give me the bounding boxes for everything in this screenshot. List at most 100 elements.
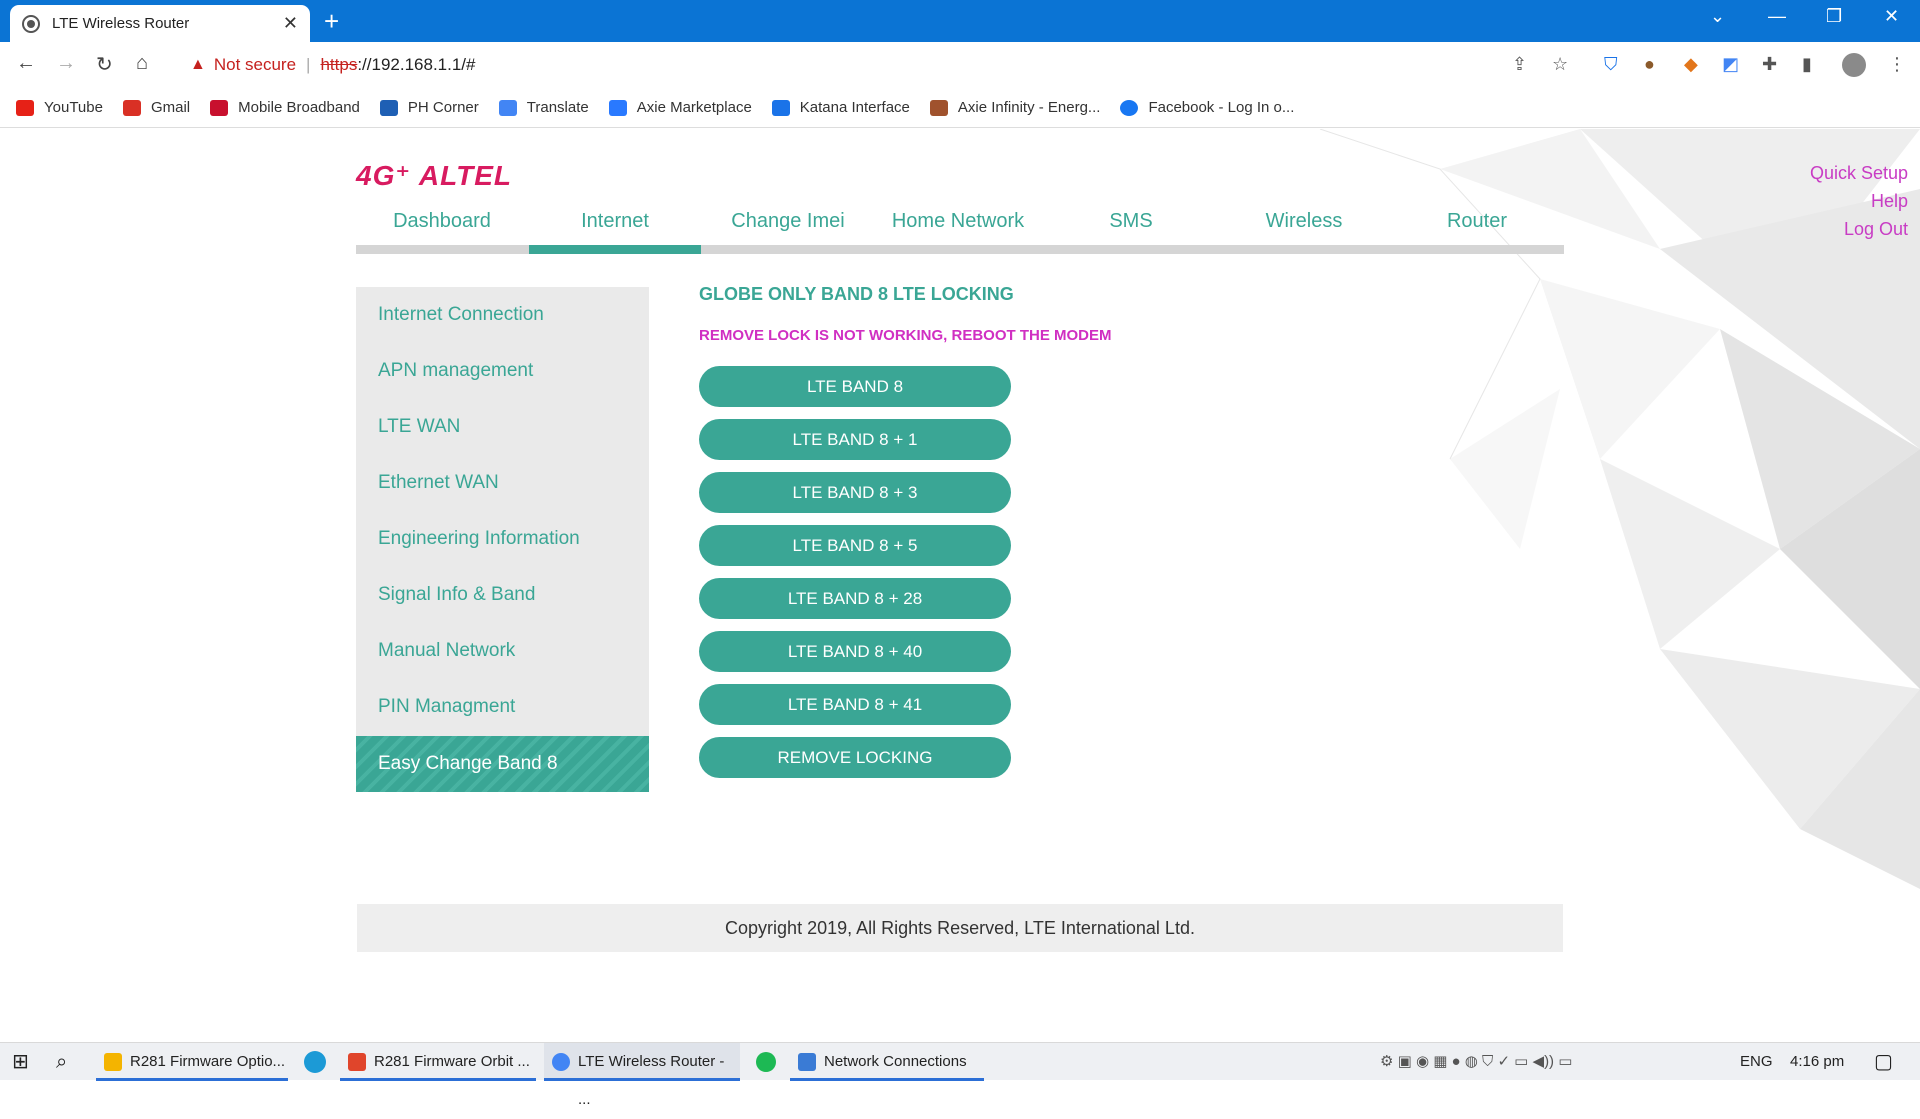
phcorner-icon <box>379 99 398 116</box>
taskbar-item-network-connections[interactable]: Network Connections <box>790 1043 984 1081</box>
metamask-extension-icon[interactable]: ◆ <box>1684 54 1698 75</box>
folder-icon <box>104 1053 122 1071</box>
language-indicator[interactable]: ENG <box>1740 1043 1773 1081</box>
bookmark-translate[interactable]: Translate <box>498 99 589 116</box>
sidebar-item-engineering-information[interactable]: Engineering Information <box>356 511 649 567</box>
nav-change-imei[interactable]: Change Imei <box>702 201 874 245</box>
help-link[interactable]: Help <box>1810 187 1908 215</box>
search-icon[interactable]: ⌕ <box>56 1043 67 1081</box>
bookmark-label: Axie Infinity - Energ... <box>957 99 1101 116</box>
lte-band-8-5-button[interactable]: LTE BAND 8 + 5 <box>699 525 1011 566</box>
share-icon[interactable]: ⇪ <box>1512 54 1527 75</box>
logout-link[interactable]: Log Out <box>1810 215 1908 243</box>
lte-band-8-button[interactable]: LTE BAND 8 <box>699 366 1011 407</box>
puzzle-icon[interactable]: ✚ <box>1762 54 1777 75</box>
sidebar-item-lte-wan[interactable]: LTE WAN <box>356 399 649 455</box>
address-bar[interactable]: ▲ Not secure | https ://192.168.1.1/# <box>176 47 1576 83</box>
tab-title: LTE Wireless Router <box>52 15 190 32</box>
shield-extension-icon[interactable]: ⛉ <box>1604 54 1618 75</box>
menu-dots-icon[interactable]: ⋮ <box>1888 54 1906 75</box>
lte-band-8-1-button[interactable]: LTE BAND 8 + 1 <box>699 419 1011 460</box>
back-icon[interactable]: ← <box>16 52 36 75</box>
url-text: ://192.168.1.1/# <box>357 55 476 74</box>
bookmark-label: Axie Marketplace <box>636 99 752 116</box>
band-button-list: LTE BAND 8 LTE BAND 8 + 1 LTE BAND 8 + 3… <box>699 366 1299 778</box>
nav-wireless[interactable]: Wireless <box>1218 201 1390 245</box>
cookie-extension-icon[interactable]: ● <box>1644 54 1655 75</box>
sidebar: Internet Connection APN management LTE W… <box>356 287 649 792</box>
sidebar-item-pin-management[interactable]: PIN Managment <box>356 679 649 735</box>
chevron-down-icon[interactable]: ⌄ <box>1710 6 1725 27</box>
copyright-footer: Copyright 2019, All Rights Reserved, LTE… <box>357 904 1563 952</box>
lte-band-8-28-button[interactable]: LTE BAND 8 + 28 <box>699 578 1011 619</box>
warning-icon: ▲ <box>190 56 206 73</box>
translate-icon <box>498 99 517 116</box>
translate-extension-icon[interactable]: ◩ <box>1722 54 1739 75</box>
huawei-icon <box>210 99 229 116</box>
gmail-icon <box>122 99 141 116</box>
taskbar-label: Network Connections <box>824 1053 967 1070</box>
sidebar-item-internet-connection[interactable]: Internet Connection <box>356 287 649 343</box>
bookmarks-bar: YouTube Gmail Mobile Broadband PH Corner… <box>0 88 1920 128</box>
new-tab-button[interactable]: + <box>324 6 339 37</box>
close-window-button[interactable]: ✕ <box>1884 6 1899 27</box>
browser-titlebar: LTE Wireless Router ✕ + ⌄ — ❐ ✕ <box>0 0 1920 42</box>
security-label: Not secure <box>213 55 297 74</box>
forward-icon[interactable]: → <box>56 52 76 75</box>
bookmark-axie-infinity[interactable]: Axie Infinity - Energ... <box>929 99 1101 116</box>
bookmark-ph-corner[interactable]: PH Corner <box>379 99 479 116</box>
home-icon[interactable]: ⌂ <box>136 52 148 75</box>
globe-icon <box>22 14 40 33</box>
bookmark-youtube[interactable]: YouTube <box>16 99 103 116</box>
tray-icons[interactable]: ⚙ ▣ ◉ ▦ ● ◍ ⛉ ✓ ▭ ◀)) ▭ <box>1380 1043 1572 1081</box>
nav-router[interactable]: Router <box>1391 201 1563 245</box>
bookmark-label: Gmail <box>150 99 191 116</box>
network-icon <box>798 1053 816 1071</box>
windows-start-icon[interactable]: ⊞ <box>12 1043 29 1081</box>
bookmark-axie-marketplace[interactable]: Axie Marketplace <box>608 99 752 116</box>
shield-icon <box>771 99 790 116</box>
notification-icon[interactable]: ▢ <box>1874 1043 1893 1081</box>
taskbar-item-firmware-orbit[interactable]: R281 Firmware Orbit ... <box>340 1043 536 1081</box>
top-links: Quick Setup Help Log Out <box>1810 159 1908 243</box>
side-panel-icon[interactable]: ▮ <box>1802 54 1812 75</box>
taskbar-item-firmware-options[interactable]: R281 Firmware Optio... <box>96 1043 288 1081</box>
facebook-icon <box>1120 99 1139 116</box>
profile-avatar[interactable] <box>1842 53 1866 77</box>
page-title: GLOBE ONLY BAND 8 LTE LOCKING <box>699 284 1014 304</box>
axie-icon <box>608 99 627 116</box>
clock[interactable]: 4:16 pm <box>1790 1043 1844 1081</box>
reload-icon[interactable]: ↻ <box>96 52 113 77</box>
main-nav: Dashboard Internet Change Imei Home Netw… <box>356 201 1564 254</box>
remove-locking-button[interactable]: REMOVE LOCKING <box>699 737 1011 778</box>
nav-internet[interactable]: Internet <box>529 201 701 245</box>
taskbar-label: R281 Firmware Orbit ... <box>374 1053 530 1070</box>
lte-band-8-40-button[interactable]: LTE BAND 8 + 40 <box>699 631 1011 672</box>
bookmark-katana[interactable]: Katana Interface <box>771 99 910 116</box>
minimize-button[interactable]: — <box>1768 6 1786 27</box>
bookmark-label: Facebook - Log In o... <box>1148 99 1295 116</box>
bookmark-mobile-broadband[interactable]: Mobile Broadband <box>210 99 360 116</box>
brave-icon <box>348 1053 366 1071</box>
nav-sms[interactable]: SMS <box>1045 201 1217 245</box>
sidebar-item-apn-management[interactable]: APN management <box>356 343 649 399</box>
nav-home-network[interactable]: Home Network <box>872 201 1044 245</box>
sidebar-item-ethernet-wan[interactable]: Ethernet WAN <box>356 455 649 511</box>
sidebar-item-easy-change-band-8[interactable]: Easy Change Band 8 <box>356 736 649 792</box>
browser-tab[interactable]: LTE Wireless Router ✕ <box>10 5 310 42</box>
quick-setup-link[interactable]: Quick Setup <box>1810 159 1908 187</box>
router-page: 4G⁺ ALTEL Quick Setup Help Log Out Dashb… <box>0 129 1920 1042</box>
bookmark-gmail[interactable]: Gmail <box>122 99 191 116</box>
lte-band-8-41-button[interactable]: LTE BAND 8 + 41 <box>699 684 1011 725</box>
star-icon[interactable]: ☆ <box>1552 54 1568 75</box>
nav-dashboard[interactable]: Dashboard <box>356 201 528 245</box>
sidebar-item-manual-network[interactable]: Manual Network <box>356 623 649 679</box>
taskbar-item-lte-router[interactable]: LTE Wireless Router - ... <box>544 1043 740 1108</box>
restore-button[interactable]: ❐ <box>1826 6 1842 27</box>
spotify-icon[interactable] <box>756 1052 776 1072</box>
sidebar-item-signal-info[interactable]: Signal Info & Band <box>356 567 649 623</box>
close-tab-icon[interactable]: ✕ <box>283 13 298 34</box>
bookmark-facebook[interactable]: Facebook - Log In o... <box>1120 99 1294 116</box>
edge-icon[interactable] <box>304 1051 326 1073</box>
lte-band-8-3-button[interactable]: LTE BAND 8 + 3 <box>699 472 1011 513</box>
